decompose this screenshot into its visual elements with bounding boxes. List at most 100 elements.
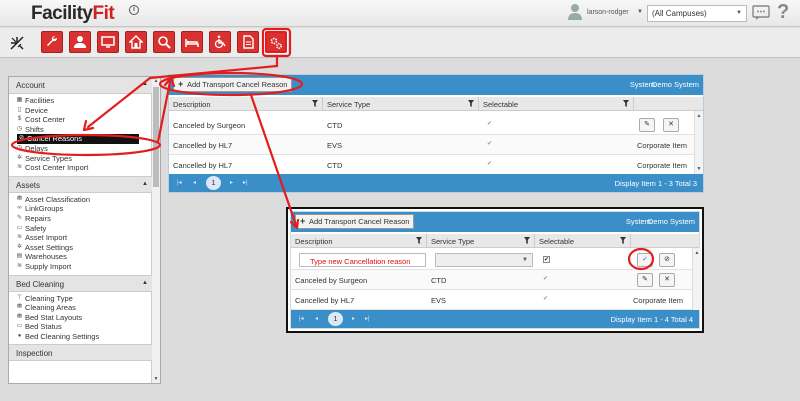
scroll-up-icon[interactable]: ▲	[152, 78, 160, 84]
first-page-icon[interactable]: |◂	[299, 315, 304, 322]
column-service-type[interactable]: Service Type	[323, 97, 479, 111]
sidebar-item-bed-cleaning-settings[interactable]: ● Bed Cleaning Settings	[9, 332, 152, 342]
sidebar-item-service-types[interactable]: ✲ Service Types	[9, 154, 152, 164]
next-page-icon[interactable]: ▸	[352, 315, 355, 322]
column-selectable[interactable]: Selectable	[479, 97, 634, 111]
bed-icon[interactable]	[181, 31, 203, 53]
cancel-button[interactable]: ⊘	[659, 253, 675, 267]
first-page-icon[interactable]: |◂	[177, 179, 182, 186]
sidebar-item-device[interactable]: ▯ Device	[9, 106, 152, 116]
new-row[interactable]: Type new Cancellation reason ▼ ✔ ✓ ⊘	[291, 250, 692, 270]
sidebar-item-cancel-reasons[interactable]: ⊘ Cancel Reasons	[17, 134, 139, 144]
cell-description: Canceled by Surgeon	[295, 276, 368, 285]
add-transport-cancel-reason-button[interactable]: + Add Transport Cancel Reason	[295, 214, 415, 229]
filter-icon[interactable]	[468, 100, 474, 107]
wrench-icon[interactable]	[41, 31, 63, 53]
grid-toolbar: + Add Transport Cancel Reason System: Dem…	[291, 212, 699, 232]
column-description[interactable]: Description	[291, 234, 427, 248]
add-transport-cancel-reason-button[interactable]: + Add Transport Cancel Reason	[173, 77, 293, 92]
database-icon: ≋	[16, 164, 23, 171]
sidebar-item-asset-classification[interactable]: ⛃ Asset Classification	[9, 195, 152, 205]
wheelchair-icon[interactable]	[209, 31, 231, 53]
collapse-menu-icon[interactable]	[9, 35, 25, 51]
page-number[interactable]: 1	[206, 176, 221, 190]
edit-button[interactable]: ✎	[637, 273, 653, 287]
sidebar-item-shifts[interactable]: ◷ Shifts	[9, 125, 152, 135]
next-page-icon[interactable]: ▸	[230, 179, 233, 186]
sidebar-item-cleaning-areas[interactable]: ⛃ Cleaning Areas	[9, 303, 152, 313]
column-description[interactable]: Description	[169, 97, 323, 111]
search-icon[interactable]	[153, 31, 175, 53]
gears-icon[interactable]	[265, 31, 287, 53]
sidebar-item-delays[interactable]: ◷ Delays	[9, 144, 152, 154]
grid-scrollbar[interactable]: ▲ ▼	[694, 111, 703, 174]
grid-scrollbar[interactable]: ▲	[692, 248, 701, 310]
sidebar-item-cost-center[interactable]: $ Cost Center	[9, 115, 152, 125]
sidebar-item-cleaning-type[interactable]: ⊤ Cleaning Type	[9, 294, 152, 304]
delete-button[interactable]: ✕	[663, 118, 679, 132]
help-icon[interactable]: ?	[777, 1, 789, 24]
table-row[interactable]: Cancelled by HL7 EVS ✔ Corporate Item	[169, 135, 694, 155]
chevron-down-icon: ▼	[522, 257, 528, 263]
info-icon[interactable]: i	[129, 5, 139, 15]
corporate-item-label: Corporate Item	[637, 141, 688, 150]
filter-icon[interactable]	[623, 100, 629, 107]
new-reason-input[interactable]: Type new Cancellation reason	[299, 253, 426, 267]
filter-icon[interactable]	[524, 237, 530, 244]
scroll-down-icon[interactable]: ▼	[152, 376, 160, 382]
sidebar-item-cost-center-import[interactable]: ≋ Cost Center Import	[9, 163, 152, 173]
sidebar-item-asset-import[interactable]: ≋ Asset Import	[9, 233, 152, 243]
monitor-icon[interactable]	[97, 31, 119, 53]
table-row[interactable]: Canceled by Surgeon CTD ✔ ✎ ✕	[169, 115, 694, 135]
prev-page-icon[interactable]: ◂	[315, 315, 318, 322]
table-row[interactable]: Canceled by Surgeon CTD ✔ ✎ ✕	[291, 270, 692, 290]
table-row[interactable]: Cancelled by HL7 EVS ✔ Corporate Item	[291, 290, 692, 310]
cell-description: Canceled by Surgeon	[173, 121, 246, 130]
prev-page-icon[interactable]: ◂	[193, 179, 196, 186]
save-button[interactable]: ✓	[637, 253, 653, 267]
sidebar-item-bed-status[interactable]: ▭ Bed Status	[9, 322, 152, 332]
filter-icon[interactable]	[620, 237, 626, 244]
main-toolbar	[0, 28, 800, 58]
chat-icon[interactable]	[752, 5, 770, 21]
home-icon[interactable]	[125, 31, 147, 53]
sidebar-item-safety[interactable]: ▭ Safety	[9, 224, 152, 234]
sidebar-item-asset-settings[interactable]: ✲ Asset Settings	[9, 243, 152, 253]
sidebar-scroll-thumb[interactable]	[153, 87, 159, 187]
section-account[interactable]: Account ▲	[9, 77, 152, 94]
selectable-checkbox[interactable]: ✔	[543, 256, 550, 263]
page-number[interactable]: 1	[328, 312, 343, 326]
section-inspection[interactable]: Inspection	[9, 344, 152, 362]
scroll-up-icon[interactable]: ▲	[695, 113, 703, 119]
cell-description: Cancelled by HL7	[173, 161, 233, 170]
last-page-icon[interactable]: ▸|	[365, 315, 370, 322]
service-type-select[interactable]: ▼	[435, 253, 533, 267]
database-icon: ≋	[16, 262, 23, 269]
table-row[interactable]: Cancelled by HL7 CTD ✔ Corporate Item	[169, 155, 694, 175]
document-icon[interactable]	[237, 31, 259, 53]
sidebar-item-linkgroups[interactable]: ∞ LinkGroups	[9, 204, 152, 214]
section-assets[interactable]: Assets ▲	[9, 175, 152, 193]
app-logo[interactable]: FacilityFit	[31, 3, 115, 25]
sidebar-item-bed-stat-layouts[interactable]: ⛃ Bed Stat Layouts	[9, 313, 152, 323]
user-menu-caret-icon[interactable]: ▼	[637, 9, 643, 15]
section-bed-cleaning[interactable]: Bed Cleaning ▲	[9, 274, 152, 292]
column-selectable[interactable]: Selectable	[535, 234, 631, 248]
sidebar-item-repairs[interactable]: ✎ Repairs	[9, 214, 152, 224]
sidebar-item-facilities[interactable]: ▦ Facilities	[9, 96, 152, 106]
last-page-icon[interactable]: ▸|	[243, 179, 248, 186]
column-service-type[interactable]: Service Type	[427, 234, 535, 248]
filter-icon[interactable]	[416, 237, 422, 244]
campus-select[interactable]: (All Campuses) ▼	[647, 5, 747, 22]
scroll-up-icon[interactable]: ▲	[693, 250, 701, 256]
edit-button[interactable]: ✎	[639, 118, 655, 132]
sidebar-scrollbar[interactable]: ▲ ▼	[151, 77, 160, 383]
username[interactable]: larson-rodger	[587, 9, 629, 16]
user-avatar-icon[interactable]	[567, 3, 583, 21]
delete-button[interactable]: ✕	[659, 273, 675, 287]
sidebar-item-warehouses[interactable]: ▤ Warehouses	[9, 252, 152, 262]
filter-icon[interactable]	[312, 100, 318, 107]
sidebar-item-supply-import[interactable]: ≋ Supply Import	[9, 262, 152, 272]
scroll-down-icon[interactable]: ▼	[695, 166, 703, 172]
user-icon[interactable]	[69, 31, 91, 53]
